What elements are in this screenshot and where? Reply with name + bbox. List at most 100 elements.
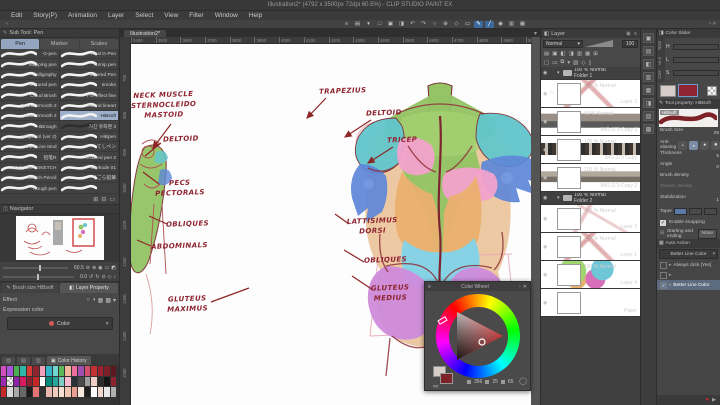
color-swatch[interactable] (104, 376, 110, 386)
layer-row[interactable]: ◉ ✎ ▾ 100 % Normal IMG-373 Copy 2 (541, 164, 640, 192)
channel-slider[interactable] (673, 70, 719, 77)
color-swatch[interactable] (91, 387, 97, 397)
close-icon[interactable]: ✕ (523, 284, 527, 290)
menu-item[interactable]: View (159, 12, 183, 19)
zoom-icon[interactable]: ▭ (105, 265, 110, 271)
color-swatch[interactable] (39, 376, 46, 386)
layer-tool-icon[interactable]: ▨ (573, 60, 578, 66)
dock-icon[interactable]: ▤ (643, 46, 654, 56)
layer-tool-icon[interactable]: ▣ (552, 51, 557, 57)
tool-slider-row[interactable]: Texture density (657, 184, 720, 195)
brush-item[interactable]: Mapping pen (0, 59, 60, 70)
zoom-icon[interactable]: ⊕ (92, 265, 96, 271)
tool-slider-row[interactable]: Thickness 5 (657, 151, 720, 162)
layer-name[interactable]: Folder 1 (574, 73, 640, 79)
subtool-footer-icon[interactable]: ▭ (109, 196, 115, 203)
color-swatch[interactable] (65, 387, 71, 397)
header-icon[interactable]: ◉ (626, 31, 631, 37)
color-mode-tab[interactable]: CMY (657, 67, 665, 82)
subtool-tab[interactable]: Scales (79, 39, 118, 49)
layer-row[interactable]: ◉ ✎ ▾ 40 % Normal IMG-373 Copy 3 (541, 108, 640, 136)
color-swatch[interactable] (7, 387, 13, 397)
history-button[interactable]: ▤ (17, 357, 30, 365)
color-swatch[interactable] (1, 387, 7, 397)
menu-item[interactable]: Window (210, 12, 243, 19)
color-swatch[interactable] (97, 376, 104, 386)
toolbar-icon[interactable]: ▭ (463, 21, 472, 28)
channel-slider[interactable] (673, 43, 719, 50)
toolbar-icon[interactable]: ▥ (507, 21, 516, 28)
navigator-thumbnail[interactable] (15, 216, 104, 260)
record-icon[interactable]: ● (706, 397, 710, 403)
color-swatch[interactable] (59, 387, 65, 397)
layer-thumbnail[interactable] (557, 235, 581, 258)
menu-item[interactable]: Filter (184, 12, 208, 19)
layer-row[interactable]: ◉ ✎ ▾ 100 % Normal Layer 2 (541, 205, 640, 233)
collapse-arrow-icon[interactable]: ‹ (6, 21, 8, 27)
toolbar-icon[interactable]: ╱ (485, 20, 494, 28)
layer-name[interactable]: IMG-373 Copy (584, 155, 640, 161)
action-checkbox[interactable] (660, 261, 667, 269)
taper-chip[interactable] (689, 208, 702, 215)
toolbar-icon[interactable]: ✎ (474, 20, 483, 28)
layer-name[interactable]: Paper (584, 308, 640, 314)
expand-arrow-icon[interactable]: ▸ (669, 283, 671, 288)
layer-name[interactable]: Layer 3 (584, 99, 640, 105)
layer-thumbnail[interactable] (557, 110, 581, 133)
minimize-icon[interactable]: ▫ (519, 284, 521, 290)
toolbar-icon[interactable]: ▣ (386, 21, 395, 28)
layer-tool-icon[interactable]: ◧ (560, 51, 565, 57)
tool-slider-row[interactable]: Brush Size 25 (657, 128, 720, 139)
color-swatch[interactable] (46, 366, 52, 376)
color-swatch[interactable] (13, 366, 20, 376)
play-icon[interactable]: ▶ (712, 397, 716, 403)
visibility-eye-icon[interactable]: ◉ (543, 175, 550, 181)
effect-icon[interactable]: ▾ (113, 297, 116, 304)
brush-item[interactable]: Turnip pen (59, 59, 119, 70)
color-slider-tab[interactable]: Color Slider (666, 31, 691, 36)
color-swatch[interactable] (110, 366, 116, 376)
brush-item[interactable]: Sketch Pencil (0, 173, 60, 184)
rotate-icon[interactable]: ↺ (89, 274, 93, 280)
layer-tool-icon[interactable]: ▥ (577, 51, 582, 57)
menu-item[interactable]: Edit (6, 12, 27, 19)
color-swatch[interactable] (59, 366, 65, 376)
zoom-icon[interactable]: ◉ (98, 265, 102, 271)
action-set-dropdown[interactable]: Better Line Color ▾ (659, 249, 718, 259)
expand-arrow-icon[interactable]: ▸ (669, 263, 671, 268)
transparent-swatch[interactable] (707, 85, 717, 96)
rotate-icon[interactable]: ◇ (108, 274, 112, 280)
color-swatch[interactable] (26, 366, 33, 376)
layer-tool-icon[interactable]: ▾ (567, 60, 570, 66)
layer-row[interactable]: ◉ ✎ ▾ 100 % Normal IMG-373 Copy (541, 136, 640, 164)
color-swatch[interactable] (97, 387, 104, 397)
dock-icon[interactable]: ▧ (643, 111, 654, 121)
toolbar-icon[interactable]: ◇ (452, 21, 461, 28)
effect-icon[interactable]: ▩ (105, 297, 111, 304)
aa-weak-button[interactable]: ● (689, 140, 699, 150)
subtool-footer-icon[interactable]: ⊞ (93, 196, 98, 203)
layer-row[interactable]: ◉ ✎ ▾ 100 % Normal Layer 1 (541, 233, 640, 261)
color-swatch[interactable] (39, 387, 46, 397)
color-swatch[interactable] (104, 366, 110, 376)
dock-icon[interactable]: ▩ (643, 124, 654, 134)
tab-list-icon[interactable]: ▾ (534, 30, 537, 37)
color-swatch[interactable] (65, 366, 71, 376)
layer-row[interactable]: ◉ ✎ ▾ 100 % Normal Layer 3 (541, 80, 640, 108)
color-swatch[interactable] (78, 366, 84, 376)
menu-item[interactable]: Select (130, 12, 158, 19)
rotate-icon[interactable]: ↻ (95, 274, 99, 280)
color-wheel-titlebar[interactable]: ≡ Color Wheel ▫ ✕ (425, 282, 530, 291)
visibility-eye-icon[interactable]: ◉ (543, 272, 550, 278)
color-swatch[interactable] (52, 376, 58, 386)
layer-row[interactable]: ◉ ✎ ▾ 100 % Normal Folder 2 (541, 192, 640, 205)
visibility-eye-icon[interactable]: ◉ (543, 119, 550, 125)
menu-item[interactable]: Layer (103, 12, 129, 19)
layer-tool-icon[interactable]: ⊞ (593, 51, 598, 57)
toolbar-icon[interactable]: ◉ (496, 21, 505, 28)
starting-ending-button[interactable]: None (697, 228, 717, 239)
brush-item[interactable]: Cloud Brush (0, 90, 60, 101)
brush-item[interactable]: Calligraphy (0, 69, 60, 81)
layer-row[interactable]: ◉ ✎ ▾ 100 % Normal Layer 4 (541, 261, 640, 289)
layer-tool-icon[interactable]: ⧉ (560, 59, 564, 66)
